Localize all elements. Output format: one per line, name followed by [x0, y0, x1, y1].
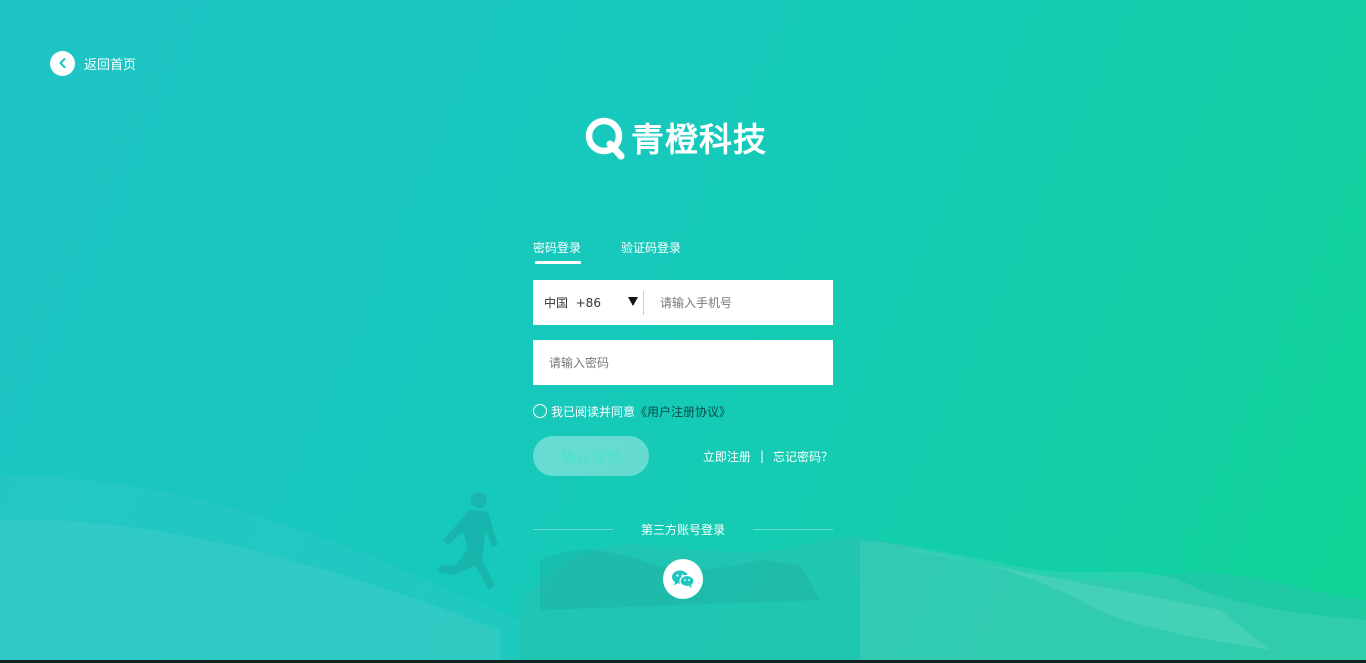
- link-separator: |: [759, 449, 764, 463]
- agreement-row: 我已阅读并同意 《用户注册协议》: [533, 403, 833, 419]
- third-party-label: 第三方账号登录: [640, 522, 725, 537]
- agree-radio[interactable]: [533, 404, 547, 418]
- phone-input[interactable]: [644, 280, 833, 325]
- login-tabs: 密码登录 验证码登录: [533, 232, 833, 264]
- divider-line-right: [752, 528, 833, 530]
- back-home-label: 返回首页: [84, 57, 137, 73]
- brand-logo: 青橙科技: [583, 114, 767, 160]
- auth-links: 立即注册 | 忘记密码？: [703, 448, 833, 465]
- wechat-icon: [672, 570, 695, 588]
- country-code-select[interactable]: 中国 +86: [533, 280, 643, 325]
- phone-input-row: 中国 +86: [533, 280, 833, 325]
- third-party-divider: 第三方账号登录: [533, 519, 833, 539]
- agree-text: 我已阅读并同意: [551, 404, 636, 419]
- runner-silhouette: [438, 492, 498, 590]
- back-home-link[interactable]: 返回首页: [50, 50, 136, 76]
- login-panel: 密码登录 验证码登录 中国 +86 我已阅读并同意 《用户注册协议》 确认登录 …: [533, 232, 833, 599]
- caret-down-icon: [628, 297, 638, 306]
- wechat-login-button[interactable]: [663, 559, 703, 599]
- country-code-value: 中国 +86: [544, 296, 601, 310]
- brand-name: 青橙科技: [631, 120, 767, 159]
- chevron-left-icon: [50, 50, 75, 76]
- user-agreement-link[interactable]: 《用户注册协议》: [635, 403, 731, 420]
- brand-q-icon: [585, 117, 625, 160]
- action-row: 确认登录 立即注册 | 忘记密码？: [533, 436, 833, 476]
- confirm-login-button[interactable]: 确认登录: [533, 436, 649, 476]
- password-input-row: [533, 340, 833, 385]
- password-input[interactable]: [533, 340, 833, 385]
- tab-password-login[interactable]: 密码登录: [533, 232, 582, 264]
- divider-line-left: [533, 528, 613, 530]
- tab-code-login[interactable]: 验证码登录: [621, 232, 681, 262]
- forgot-password-link[interactable]: 忘记密码？: [773, 448, 833, 465]
- register-link[interactable]: 立即注册: [703, 448, 751, 465]
